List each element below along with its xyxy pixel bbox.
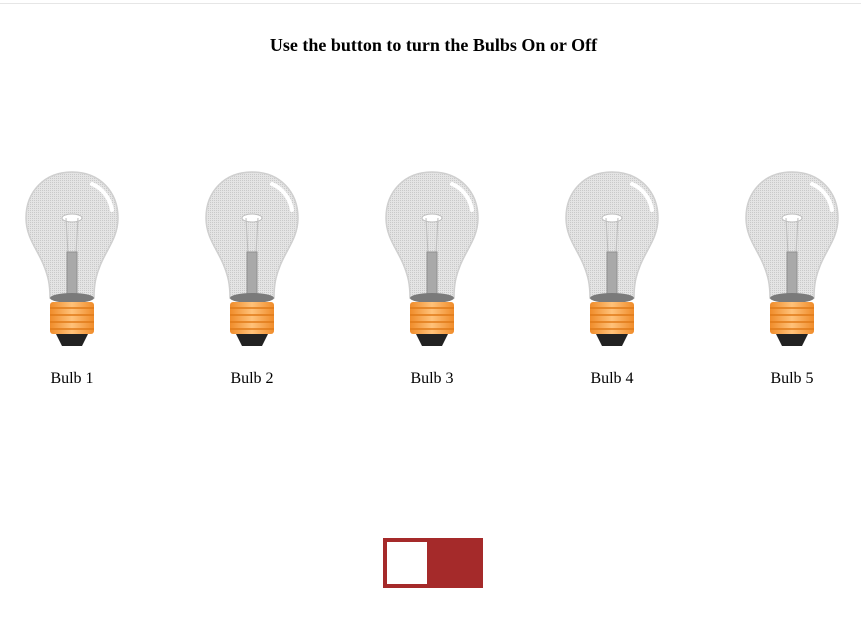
power-toggle-switch[interactable]: [383, 538, 483, 588]
lightbulb-icon: [745, 171, 839, 346]
bulb-label-1: Bulb 1: [50, 370, 94, 387]
lightbulb-icon: [565, 171, 659, 346]
bulb-2: [202, 170, 302, 355]
bulb-label-5: Bulb 5: [770, 370, 814, 387]
bulb-1: [22, 170, 122, 355]
bulb-label-4: Bulb 4: [590, 370, 634, 387]
page-title: Use the button to turn the Bulbs On or O…: [269, 35, 598, 56]
bulb-3: [382, 170, 482, 355]
lightbulb-icon: [385, 171, 479, 346]
top-divider: [0, 3, 861, 4]
lightbulb-icon: [205, 171, 299, 346]
bulb-label-3: Bulb 3: [410, 370, 454, 387]
toggle-knob: [387, 542, 427, 584]
bulb-4: [562, 170, 662, 355]
bulb-5: [742, 170, 842, 355]
bulb-label-2: Bulb 2: [230, 370, 274, 387]
lightbulb-icon: [25, 171, 119, 346]
